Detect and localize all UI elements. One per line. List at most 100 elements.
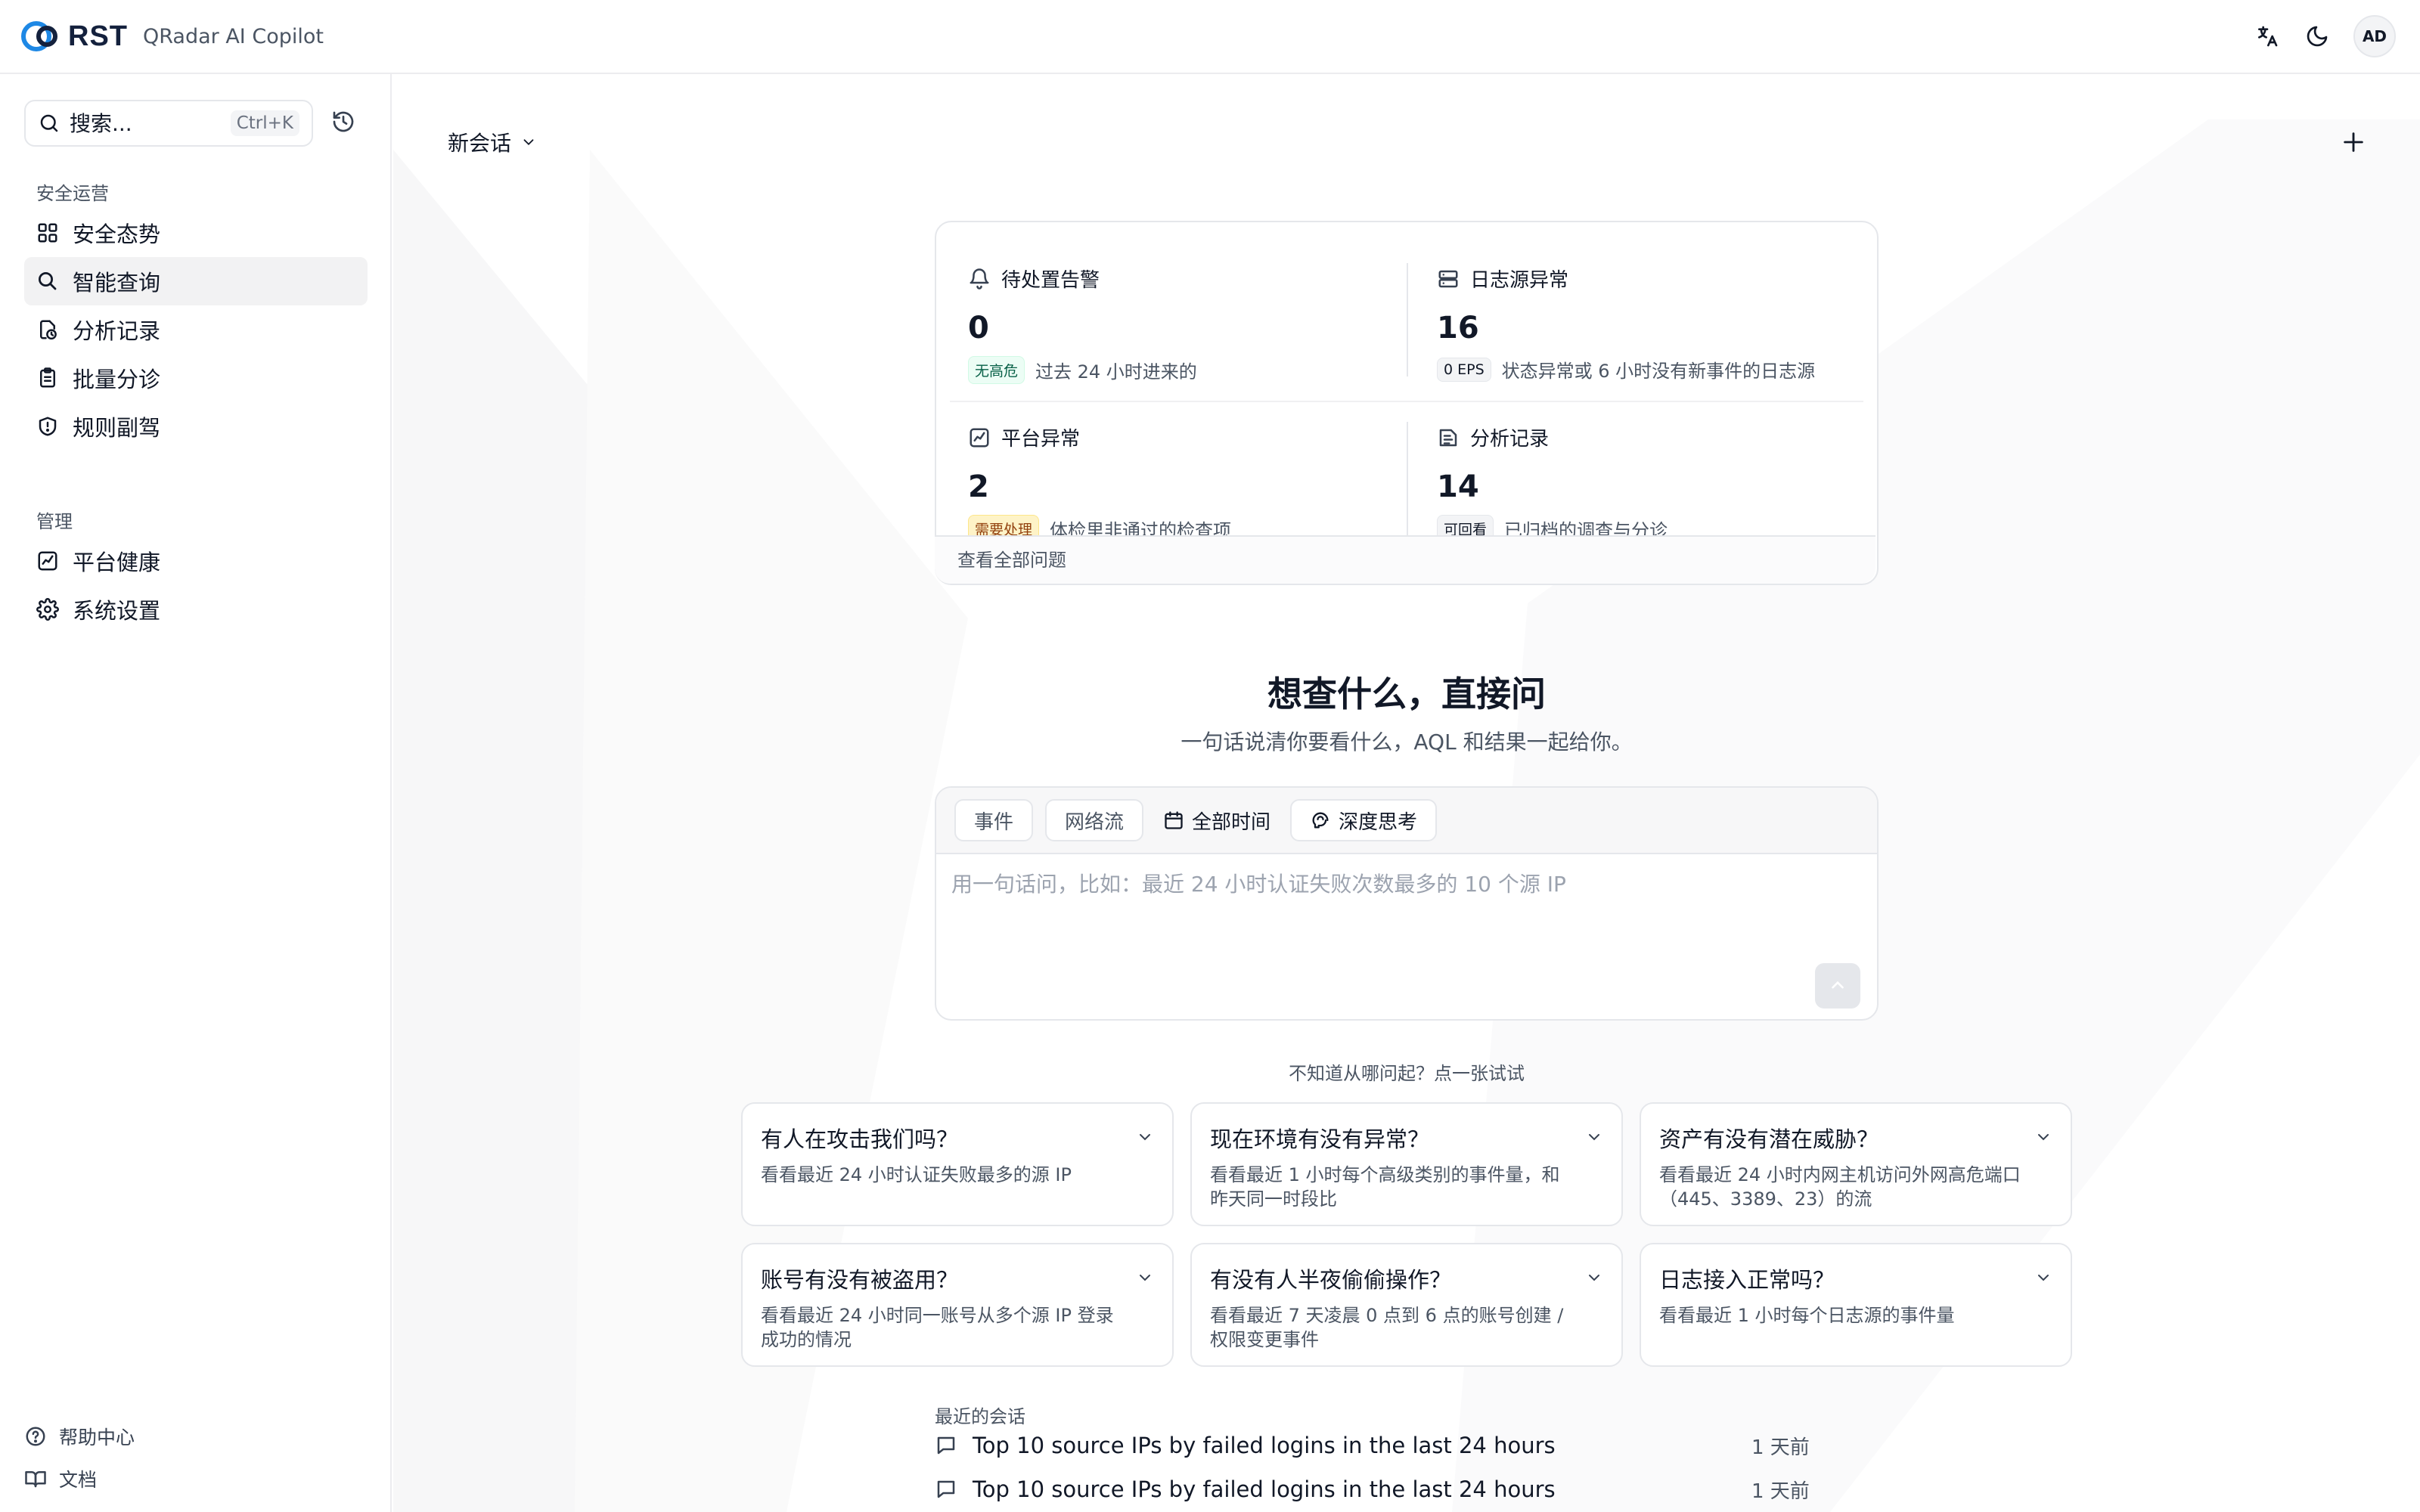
composer-toolbar: 事件 网络流 全部时间 深度思考 — [936, 788, 1877, 854]
chart-icon — [970, 428, 989, 447]
chevron-down-icon — [1589, 1275, 1599, 1281]
chat-title: 新会话 — [448, 131, 512, 156]
suggestion-desc: 看看最近 24 小时认证失败最多的源 IP — [761, 1164, 1072, 1185]
chip-label: 深度思考 — [1339, 810, 1418, 834]
avatar[interactable]: AD — [2353, 15, 2396, 57]
help-center-link[interactable]: 帮助中心 — [24, 1415, 135, 1458]
sidebar-item-posture[interactable]: 安全态势 — [24, 209, 368, 257]
view-all-issues-link[interactable]: 查看全部问题 — [935, 535, 1876, 584]
sidebar: Ctrl+K 安全运营 安全态势 智能查询 分析记录 — [0, 74, 392, 1512]
suggestion-card[interactable]: 有人在攻击我们吗？ 看看最近 24 小时认证失败最多的源 IP — [741, 1102, 1174, 1226]
logo-text: RST — [68, 20, 128, 52]
query-input[interactable] — [951, 868, 1859, 959]
chip-time-range[interactable]: 全部时间 — [1156, 799, 1278, 841]
sidebar-item-smart-query[interactable]: 智能查询 — [24, 257, 368, 305]
footer-item-label: 文档 — [59, 1469, 98, 1491]
chip-deep-think[interactable]: 深度思考 — [1290, 799, 1438, 841]
recent-session-item[interactable]: Top 10 source IPs by failed logins in th… — [935, 1468, 1842, 1510]
sidebar-item-label: 智能查询 — [73, 270, 161, 296]
suggestion-card[interactable]: 日志接入正常吗？ 看看最近 1 小时每个日志源的事件量 — [1640, 1243, 2072, 1367]
sidebar-item-label: 系统设置 — [73, 598, 161, 624]
chat-bubble-icon — [937, 1436, 955, 1455]
logo-mark-icon — [21, 21, 57, 51]
sidebar-footer: 帮助中心 文档 — [24, 1415, 135, 1500]
chevron-down-icon — [1140, 1134, 1150, 1141]
sidebar-item-analysis-records[interactable]: 分析记录 — [24, 305, 368, 354]
stat-title: 日志源异常 — [1470, 269, 1569, 292]
chat-title-dropdown[interactable]: 新会话 — [448, 127, 537, 157]
chart-icon — [38, 551, 57, 571]
hero-subtitle: 一句话说清你要看什么，AQL 和结果一起给你。 — [1181, 730, 1633, 754]
new-chat-button[interactable] — [2335, 124, 2372, 160]
book-icon — [25, 1471, 46, 1488]
send-button[interactable] — [1815, 963, 1860, 1009]
search-icon — [40, 114, 58, 132]
gear-icon — [36, 598, 59, 621]
recent-session-item[interactable]: Top 10 source IPs by failed logins in th… — [935, 1424, 1842, 1467]
sidebar-item-rule-copilot[interactable]: 规则副驾 — [24, 402, 368, 451]
chevron-down-icon — [1140, 1275, 1150, 1281]
archive-icon — [1439, 429, 1457, 446]
search-icon — [39, 272, 57, 290]
recent-session-time: 1 天前 — [1751, 1436, 1810, 1459]
stat-value: 16 — [1437, 311, 1479, 345]
stat-desc: 状态异常或 6 小时没有新事件的日志源 — [1501, 361, 1816, 382]
nav-section-admin: 管理 平台健康 系统设置 — [24, 507, 368, 634]
sidebar-item-system-settings[interactable]: 系统设置 — [24, 585, 368, 634]
search-box[interactable]: Ctrl+K — [24, 100, 313, 147]
chevron-down-icon — [2038, 1134, 2049, 1141]
suggestion-card[interactable]: 有没有人半夜偷偷操作？ 看看最近 7 天凌晨 0 点到 6 点的账号创建 / 权… — [1190, 1243, 1623, 1367]
suggestion-title: 现在环境有没有异常？ — [1210, 1126, 1430, 1152]
arrow-up-icon — [1832, 981, 1844, 989]
moon-icon[interactable] — [2304, 23, 2331, 50]
chip-flows[interactable]: 网络流 — [1045, 799, 1144, 841]
stat-title: 待处置告警 — [1001, 269, 1100, 292]
stat-title: 平台异常 — [1001, 428, 1081, 451]
divider — [950, 401, 1863, 402]
suggestion-title: 账号有没有被盗用？ — [761, 1267, 959, 1293]
clipboard-icon — [40, 367, 55, 388]
chevron-down-icon — [1589, 1134, 1599, 1141]
stat-log-source-anomalies[interactable]: 日志源异常 16 0 EPS 状态异常或 6 小时没有新事件的日志源 — [1437, 265, 1883, 408]
clock-file-icon — [40, 320, 57, 340]
history-icon[interactable] — [331, 110, 355, 137]
chip-events[interactable]: 事件 — [954, 799, 1034, 841]
section-label: 安全运营 — [36, 183, 109, 204]
divider — [1407, 263, 1408, 376]
search-shortcut: Ctrl+K — [230, 110, 299, 136]
search-input[interactable] — [70, 110, 222, 136]
help-icon — [26, 1427, 45, 1446]
suggestion-desc: 看看最近 1 小时每个高级类别的事件量，和昨天同一时段比 — [1210, 1164, 1560, 1210]
sidebar-item-batch-triage[interactable]: 批量分诊 — [24, 354, 368, 402]
suggestion-title: 资产有没有潜在威胁？ — [1659, 1126, 1879, 1152]
sidebar-item-platform-health[interactable]: 平台健康 — [24, 537, 368, 585]
suggestion-grid: 有人在攻击我们吗？ 看看最近 24 小时认证失败最多的源 IP 现在环境有没有异… — [741, 1102, 2072, 1367]
stat-value: 14 — [1437, 469, 1479, 504]
stat-desc: 过去 24 小时进来的 — [1035, 361, 1197, 383]
recent-session-title: Top 10 source IPs by failed logins in th… — [973, 1476, 1556, 1502]
app-name: QRadar AI Copilot — [143, 24, 324, 48]
shield-icon — [39, 417, 57, 436]
chip-label: 事件 — [974, 810, 1014, 834]
docs-link[interactable]: 文档 — [24, 1458, 135, 1500]
main-area: 新会话 待处置告警 0 无高危 过去 24 小时进来的 日志源异常 16 0 E… — [393, 74, 2420, 1512]
suggestion-desc: 看看最近 7 天凌晨 0 点到 6 点的账号创建 / 权限变更事件 — [1210, 1305, 1564, 1350]
suggestion-title: 日志接入正常吗？ — [1659, 1267, 1835, 1293]
chip-label: 网络流 — [1065, 810, 1125, 834]
stat-badge: 无高危 — [968, 356, 1025, 384]
plus-icon — [2344, 132, 2363, 152]
logo[interactable]: RST — [21, 17, 128, 55]
stat-badge: 0 EPS — [1437, 357, 1491, 382]
stat-pending-alerts[interactable]: 待处置告警 0 无高危 过去 24 小时进来的 — [968, 265, 1414, 408]
recent-session-time: 1 天前 — [1751, 1479, 1810, 1503]
suggestion-card[interactable]: 账号有没有被盗用？ 看看最近 24 小时同一账号从多个源 IP 登录成功的情况 — [741, 1243, 1174, 1367]
grid-icon — [38, 223, 57, 243]
suggestion-desc: 看看最近 1 小时每个日志源的事件量 — [1659, 1305, 1955, 1326]
chevron-down-icon — [523, 139, 534, 146]
translate-icon[interactable] — [2254, 23, 2281, 50]
suggestion-card[interactable]: 资产有没有潜在威胁？ 看看最近 24 小时内网主机访问外网高危端口（445、33… — [1640, 1102, 2072, 1226]
server-icon — [1438, 270, 1458, 287]
sidebar-item-label: 分析记录 — [73, 318, 161, 344]
chevron-down-icon — [2038, 1275, 2049, 1281]
suggestion-card[interactable]: 现在环境有没有异常？ 看看最近 1 小时每个高级类别的事件量，和昨天同一时段比 — [1190, 1102, 1623, 1226]
